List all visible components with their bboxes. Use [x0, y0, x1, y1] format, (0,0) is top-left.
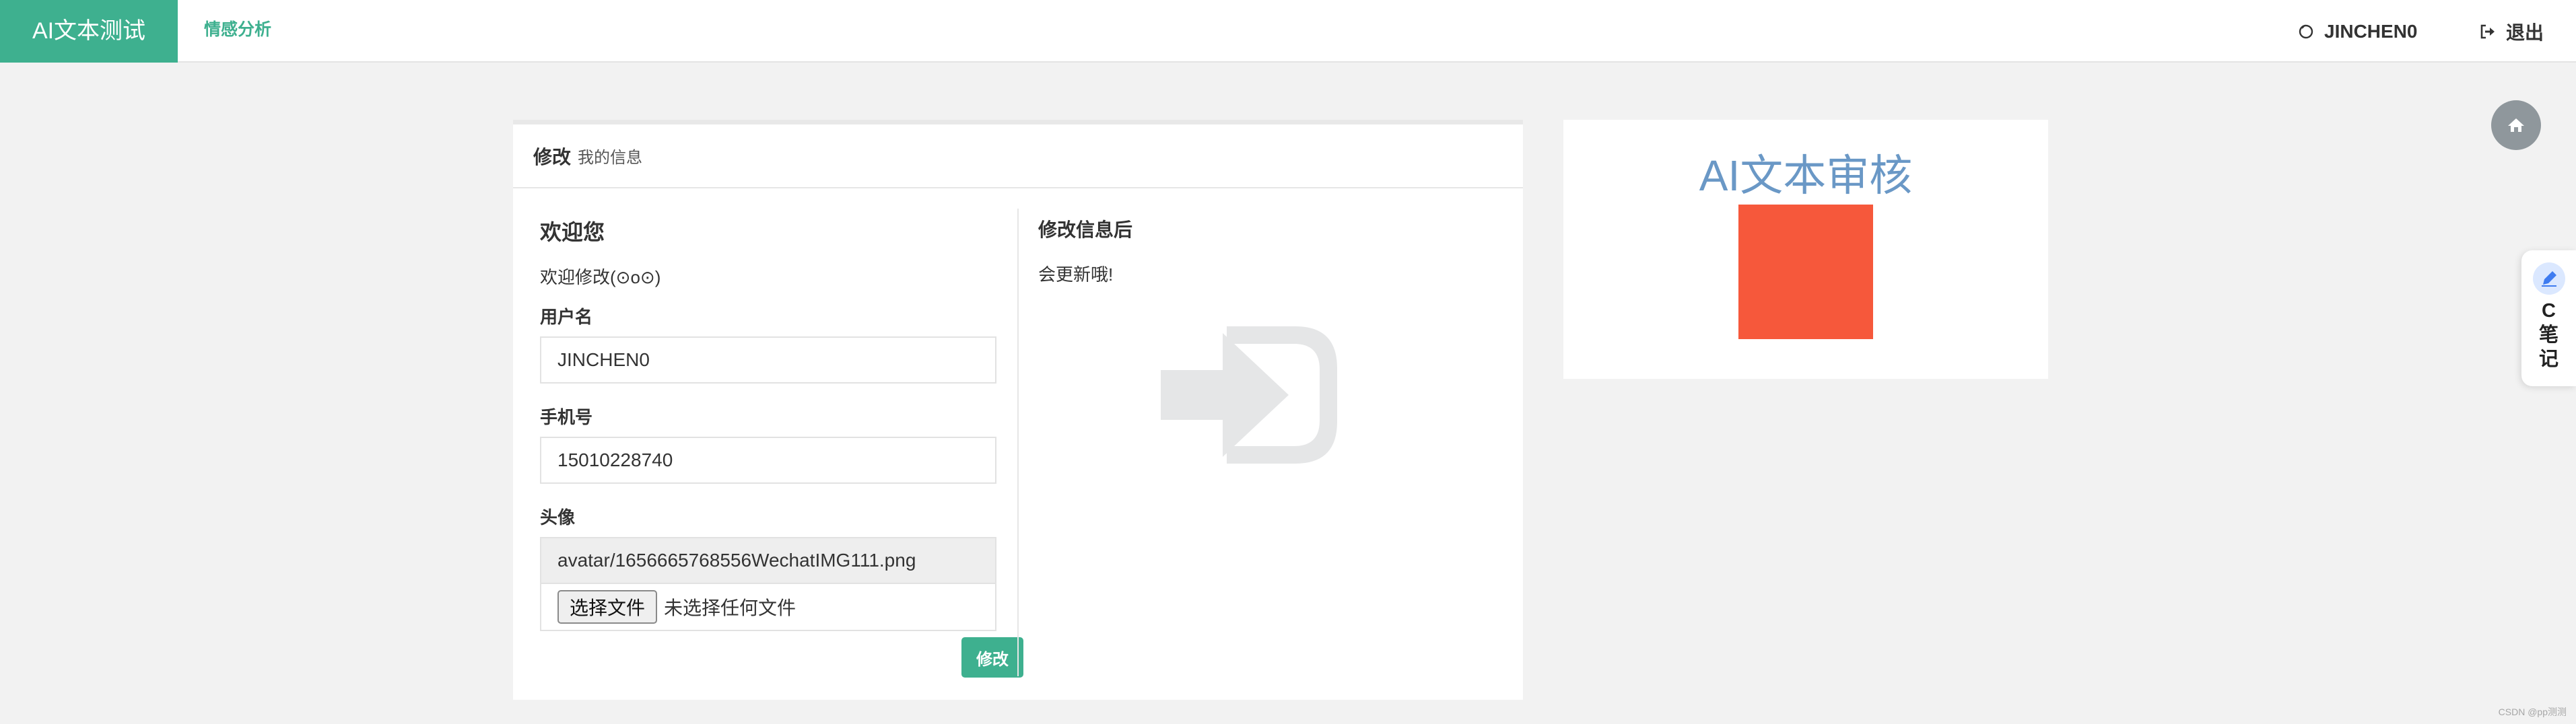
- phone-input[interactable]: 15010228740: [540, 437, 996, 484]
- user-menu[interactable]: JINCHEN0: [2297, 0, 2417, 63]
- welcome-title: 欢迎您: [540, 220, 605, 244]
- username-field-label: 用户名: [540, 307, 593, 327]
- sign-in-icon: [1161, 326, 1337, 464]
- panel-subtitle: 我的信息: [578, 149, 643, 167]
- ai-review-title: AI文本审核: [1699, 151, 1913, 200]
- ai-review-panel: AI文本审核: [1563, 120, 2048, 379]
- c-note-label: C笔记: [2538, 300, 2558, 370]
- column-divider: [1017, 209, 1019, 676]
- nav-sentiment-analysis[interactable]: 情感分析: [204, 0, 271, 63]
- submit-button[interactable]: 修改: [961, 637, 1023, 678]
- pen-icon: [2532, 262, 2565, 295]
- choose-file-button[interactable]: 选择文件: [557, 590, 658, 624]
- phone-field-label: 手机号: [540, 407, 593, 427]
- ai-review-image: [1738, 205, 1873, 339]
- info-title: 修改信息后: [1038, 219, 1133, 240]
- username-input[interactable]: JINCHEN0: [540, 336, 996, 384]
- brand-logo[interactable]: AI文本测试: [0, 0, 178, 63]
- profile-edit-panel: 修改 我的信息 欢迎您 欢迎修改(⊙o⊙) 用户名 JINCHEN0 手机号 1…: [513, 120, 1523, 700]
- info-column: 修改信息后 会更新哦!: [1038, 209, 1503, 286]
- welcome-text: 欢迎修改(⊙o⊙): [540, 267, 661, 287]
- c-note-widget[interactable]: C笔记: [2521, 250, 2576, 386]
- watermark: CSDN @pp测测: [2498, 707, 2567, 717]
- panel-title: 修改: [533, 146, 572, 168]
- info-text: 会更新哦!: [1038, 264, 1114, 285]
- avatar-path-input: avatar/1656665768556WechatIMG111.png: [540, 537, 996, 584]
- avatar-field-label: 头像: [540, 507, 576, 528]
- panel-header: 修改 我的信息: [513, 124, 1523, 188]
- top-navbar: AI文本测试 情感分析 JINCHEN0 退出: [0, 0, 2576, 63]
- avatar-file-input: 选择文件 未选择任何文件: [540, 584, 996, 631]
- user-icon: [2299, 24, 2313, 38]
- logout-icon: [2480, 24, 2495, 38]
- home-icon: [2508, 118, 2524, 132]
- edit-form: 欢迎您 欢迎修改(⊙o⊙) 用户名 JINCHEN0 手机号 150102287…: [540, 209, 1023, 678]
- username-label: JINCHEN0: [2324, 20, 2418, 42]
- logout-label: 退出: [2506, 22, 2544, 43]
- logout-link[interactable]: 退出: [2479, 0, 2544, 63]
- file-status-text: 未选择任何文件: [664, 598, 796, 618]
- home-button[interactable]: [2491, 100, 2541, 150]
